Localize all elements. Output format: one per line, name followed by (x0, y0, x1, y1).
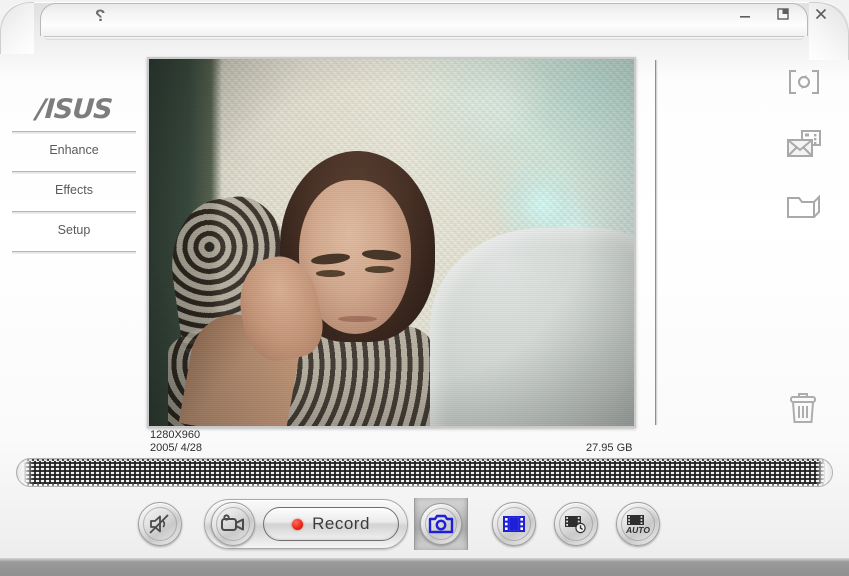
trash-icon[interactable] (782, 386, 824, 430)
window-shell-left-curve (0, 2, 34, 54)
capture-refresh-icon[interactable] (781, 62, 827, 102)
photo-shirt (430, 228, 636, 428)
timer-capture-button[interactable] (554, 502, 598, 546)
asus-webcam-app: ? /ISUS Enhance Effects (0, 0, 849, 576)
free-space-label: 27.95 GB (586, 442, 632, 454)
snapshot-button[interactable] (420, 503, 462, 545)
speaker-grille-cap-right (816, 459, 832, 486)
svg-text:AUTO: AUTO (625, 525, 650, 535)
date-label: 2005/ 4/28 (150, 442, 202, 455)
video-preview[interactable] (147, 57, 636, 428)
email-attach-icon[interactable] (781, 124, 827, 164)
photo-eye-right (365, 266, 394, 273)
title-bar-underline (44, 36, 804, 40)
folder-open-icon[interactable] (781, 186, 827, 226)
sidebar-divider (12, 251, 136, 254)
window-controls (735, 4, 831, 24)
minimize-button[interactable] (735, 4, 755, 24)
speaker-grille (16, 458, 833, 487)
mute-button[interactable] (138, 502, 182, 546)
record-indicator-dot (292, 519, 303, 530)
webcam-photo (149, 59, 634, 426)
sidebar: /ISUS Enhance Effects Setup (12, 92, 136, 254)
right-toolbar (778, 62, 830, 226)
speaker-grille-mesh (19, 461, 830, 484)
record-group: Record (204, 499, 408, 549)
panel-divider (655, 60, 658, 425)
close-button[interactable] (811, 4, 831, 24)
auto-capture-button[interactable]: AUTO (616, 502, 660, 546)
help-icon[interactable]: ? (95, 6, 105, 26)
camcorder-button[interactable] (211, 502, 255, 546)
snapshot-cell (414, 498, 468, 550)
sidebar-item-label: Setup (58, 223, 91, 237)
maximize-button[interactable] (773, 4, 793, 24)
sidebar-item-effects[interactable]: Effects (12, 174, 136, 206)
photo-eye-left (316, 270, 345, 277)
video-clip-button[interactable] (492, 502, 536, 546)
preview-info-left: 1280X960 2005/ 4/28 (150, 429, 202, 455)
sidebar-item-enhance[interactable]: Enhance (12, 134, 136, 166)
record-button-label: Record (312, 514, 370, 534)
speaker-grille-cap-left (17, 459, 33, 486)
sidebar-item-label: Enhance (49, 143, 98, 157)
window-bottom-bar (0, 558, 849, 576)
sidebar-item-setup[interactable]: Setup (12, 214, 136, 246)
bottom-toolbar: Record (138, 497, 660, 551)
resolution-label: 1280X960 (150, 429, 202, 442)
title-bar (40, 3, 808, 36)
record-button[interactable]: Record (263, 507, 399, 541)
asus-logo: /ISUS (11, 92, 137, 126)
sidebar-item-label: Effects (55, 183, 93, 197)
